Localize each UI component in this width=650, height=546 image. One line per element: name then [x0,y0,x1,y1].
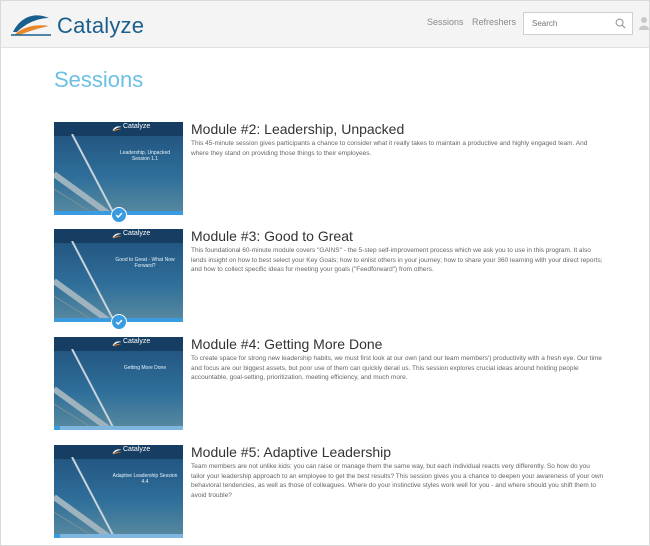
sail-mast-graphic [54,349,115,429]
session-item[interactable]: Catalyze Adaptive Leadership Session 4.4… [54,444,639,540]
sail-mast-graphic [54,241,115,321]
thumbnail-brand: Catalyze [123,338,151,345]
user-icon[interactable] [639,16,649,30]
session-thumbnail[interactable]: Catalyze Leadership, Unpacked Session 1.… [54,122,183,215]
session-title[interactable]: Module #3: Good to Great [191,228,353,244]
thumbnail-caption: Getting More Done [123,365,167,371]
session-item[interactable]: Catalyze Leadership, Unpacked Session 1.… [54,121,639,223]
session-title[interactable]: Module #2: Leadership, Unpacked [191,121,404,137]
app-frame: Catalyze Sessions Refreshers Sessions Ca… [0,0,650,546]
page-title: Sessions [54,67,144,92]
progress-bar [54,426,61,430]
top-header: Catalyze Sessions Refreshers [1,1,649,48]
sail-logo-icon [112,341,122,347]
sail-logo-icon [112,126,122,132]
thumbnail-caption: Adaptive Leadership Session 4.4 [112,473,178,485]
sail-mast-graphic [54,134,115,214]
sail-logo-icon [11,15,51,36]
nav-refreshers[interactable]: Refreshers [472,17,516,27]
thumbnail-caption: Leadership, Unpacked Session 1.1 [119,150,171,162]
thumbnail-brand: Catalyze [123,123,151,130]
completed-badge [111,207,127,223]
session-thumbnail[interactable]: Catalyze Good to Great - What Now Forwar… [54,229,183,322]
check-icon [115,319,123,326]
sail-mast-graphic [54,457,115,537]
search-icon[interactable] [615,18,626,29]
session-title[interactable]: Module #4: Getting More Done [191,336,382,352]
sail-logo-icon [112,233,122,239]
session-description: This 45-minute session gives participant… [191,140,588,157]
search-input[interactable] [524,13,612,34]
session-thumbnail[interactable]: Catalyze Getting More Done [54,337,183,430]
session-item[interactable]: Catalyze Getting More Done Module #4: Ge… [54,336,639,432]
brand-name: Catalyze [57,13,145,38]
thumbnail-brand: Catalyze [123,230,151,237]
brand-logo[interactable]: Catalyze [11,10,151,40]
search-box [523,12,633,35]
session-thumbnail[interactable]: Catalyze Adaptive Leadership Session 4.4 [54,445,183,538]
sail-logo-icon [112,449,122,455]
thumbnail-brand: Catalyze [123,446,151,453]
session-description: To create space for strong new leadershi… [191,355,602,382]
progress-bar [54,534,61,538]
check-icon [115,212,123,219]
nav-sessions[interactable]: Sessions [427,17,464,27]
session-description: This foundational 60-minute module cover… [191,247,603,274]
session-item[interactable]: Catalyze Good to Great - What Now Forwar… [54,228,639,330]
completed-badge [111,314,127,330]
session-title[interactable]: Module #5: Adaptive Leadership [191,444,391,460]
thumbnail-caption: Good to Great - What Now Forward? [115,257,175,269]
session-description: Team members are not unlike kids: you ca… [191,463,604,499]
